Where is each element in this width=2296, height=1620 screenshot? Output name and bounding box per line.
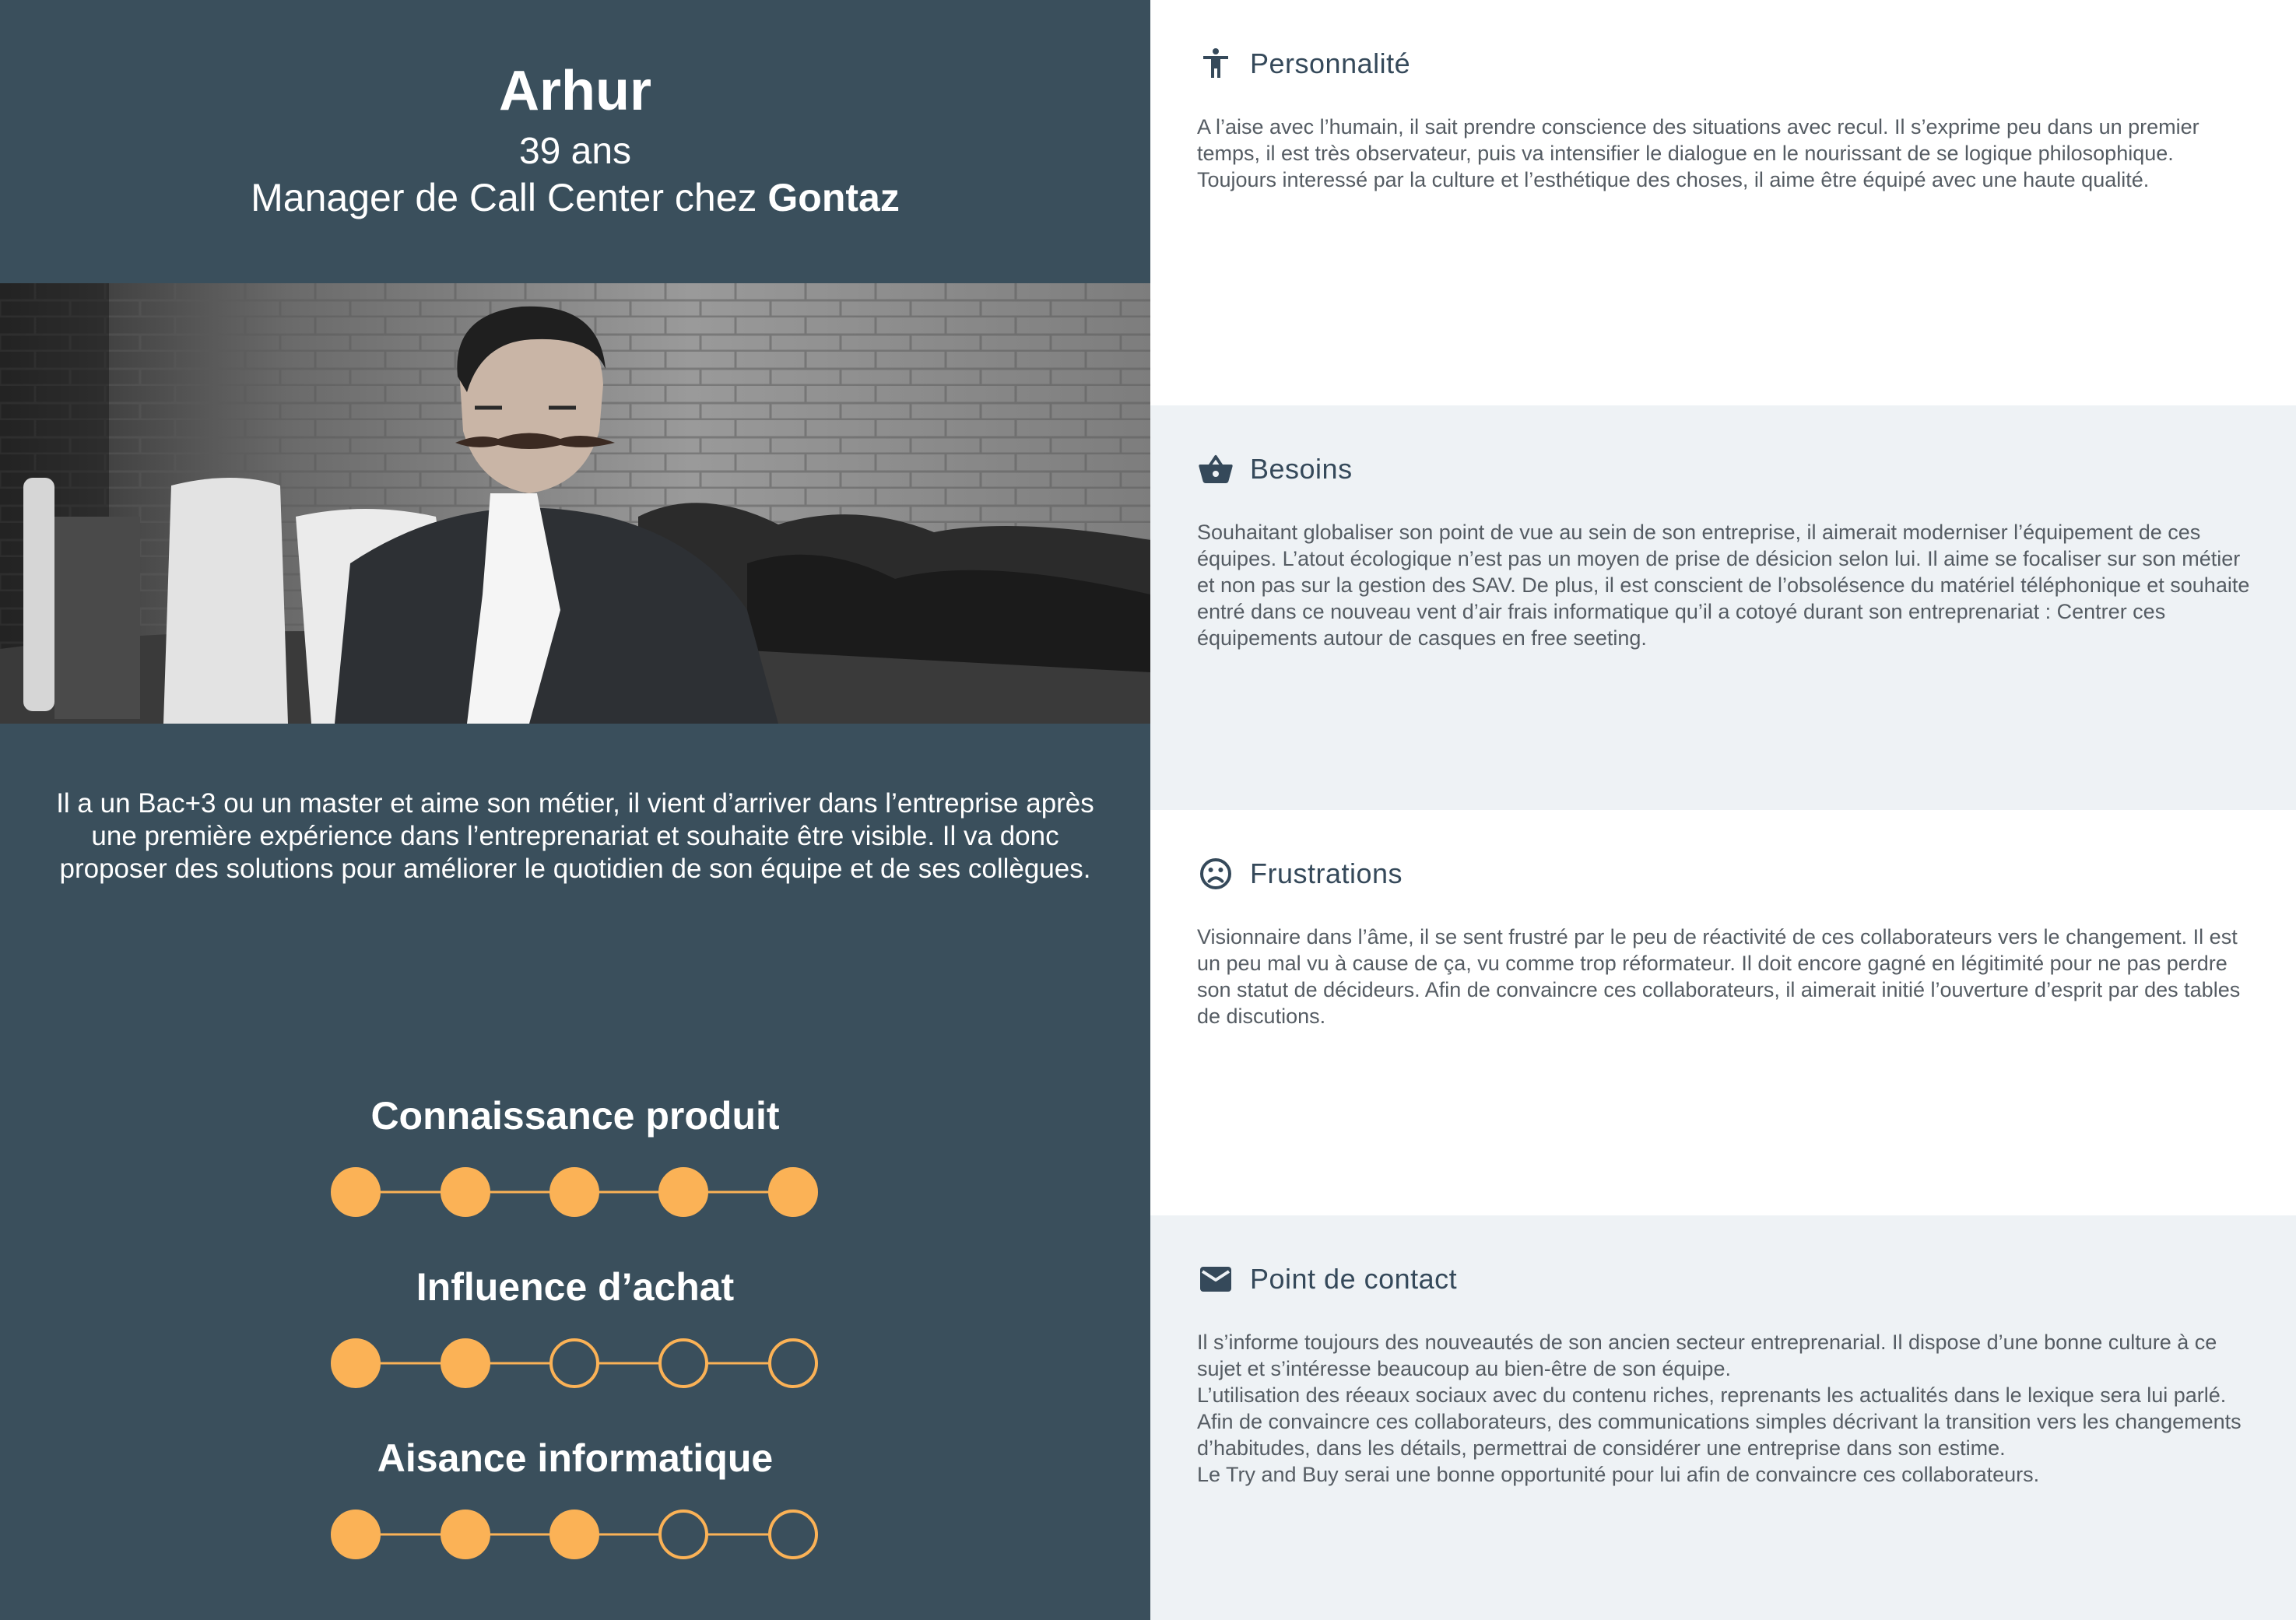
section-text: Il s’informe toujours des nouveautés de … <box>1197 1331 2242 1486</box>
section-title: Besoins <box>1250 453 1353 485</box>
rating-dot-filled <box>658 1167 708 1217</box>
accessibility-person-icon <box>1203 48 1228 78</box>
shopping-basket-icon <box>1199 454 1233 483</box>
rating-dot-filled <box>768 1167 818 1217</box>
rating-dot-empty <box>658 1510 708 1559</box>
rating-dot-filled <box>331 1167 381 1217</box>
rating-dot-empty <box>768 1510 818 1559</box>
section-title: Point de contact <box>1250 1263 1458 1295</box>
rating-dot-filled <box>441 1510 490 1559</box>
rating-dot-filled <box>331 1338 381 1388</box>
section-personality: Personnalité A l’aise avec l’humain, il … <box>1150 0 2296 405</box>
section-title: Frustrations <box>1250 857 1403 889</box>
rating-dot-filled <box>549 1167 599 1217</box>
section-text: A l’aise avec l’humain, il sait prendre … <box>1197 115 2199 191</box>
section-text: Souhaitant globaliser son point de vue a… <box>1197 521 2250 650</box>
mail-envelope-icon <box>1200 1267 1231 1292</box>
skill-rating-dots <box>331 1167 818 1559</box>
rating-dot-empty <box>658 1338 708 1388</box>
rating-dot-empty <box>768 1338 818 1388</box>
profile-panel: Arhur 39 ans Manager de Call Center chez… <box>0 0 1150 1620</box>
sad-face-icon <box>1200 858 1231 889</box>
section-contact-point: Point de contact Il s’informe toujours d… <box>1150 1215 2296 1620</box>
rating-dot-filled <box>331 1510 381 1559</box>
rating-dot-empty <box>549 1338 599 1388</box>
section-needs: Besoins Souhaitant globaliser son point … <box>1150 405 2296 810</box>
section-title: Personnalité <box>1250 47 1411 79</box>
rating-dot-filled <box>441 1338 490 1388</box>
rating-dot-filled <box>441 1167 490 1217</box>
section-frustrations: Frustrations Visionnaire dans l’âme, il … <box>1150 810 2296 1215</box>
rating-dot-filled <box>549 1510 599 1559</box>
section-text: Visionnaire dans l’âme, il se sent frust… <box>1197 925 2241 1028</box>
